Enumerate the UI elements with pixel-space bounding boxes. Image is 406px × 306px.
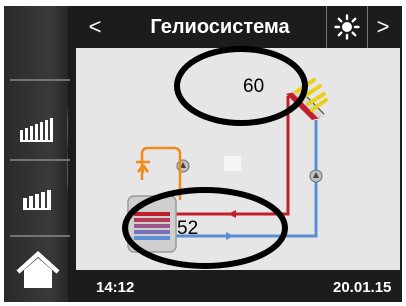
pump-icon (309, 169, 323, 183)
collector-highlight-ellipse (174, 46, 308, 126)
solar-system-diagram (122, 46, 328, 269)
sensor-square (224, 156, 241, 171)
hot-flow-line (170, 96, 290, 216)
hot-flow-arrow (228, 210, 236, 218)
tank-temperature: 52 (177, 218, 199, 239)
heliosystem-screen: < Гелиосистема > 60 52 14:12 20.01.15 (0, 0, 406, 306)
cold-flow-arrow (226, 232, 234, 240)
clock-time: 14:12 (96, 279, 135, 296)
collector-temperature: 60 (243, 76, 265, 97)
clock-date: 20.01.15 (333, 279, 392, 296)
